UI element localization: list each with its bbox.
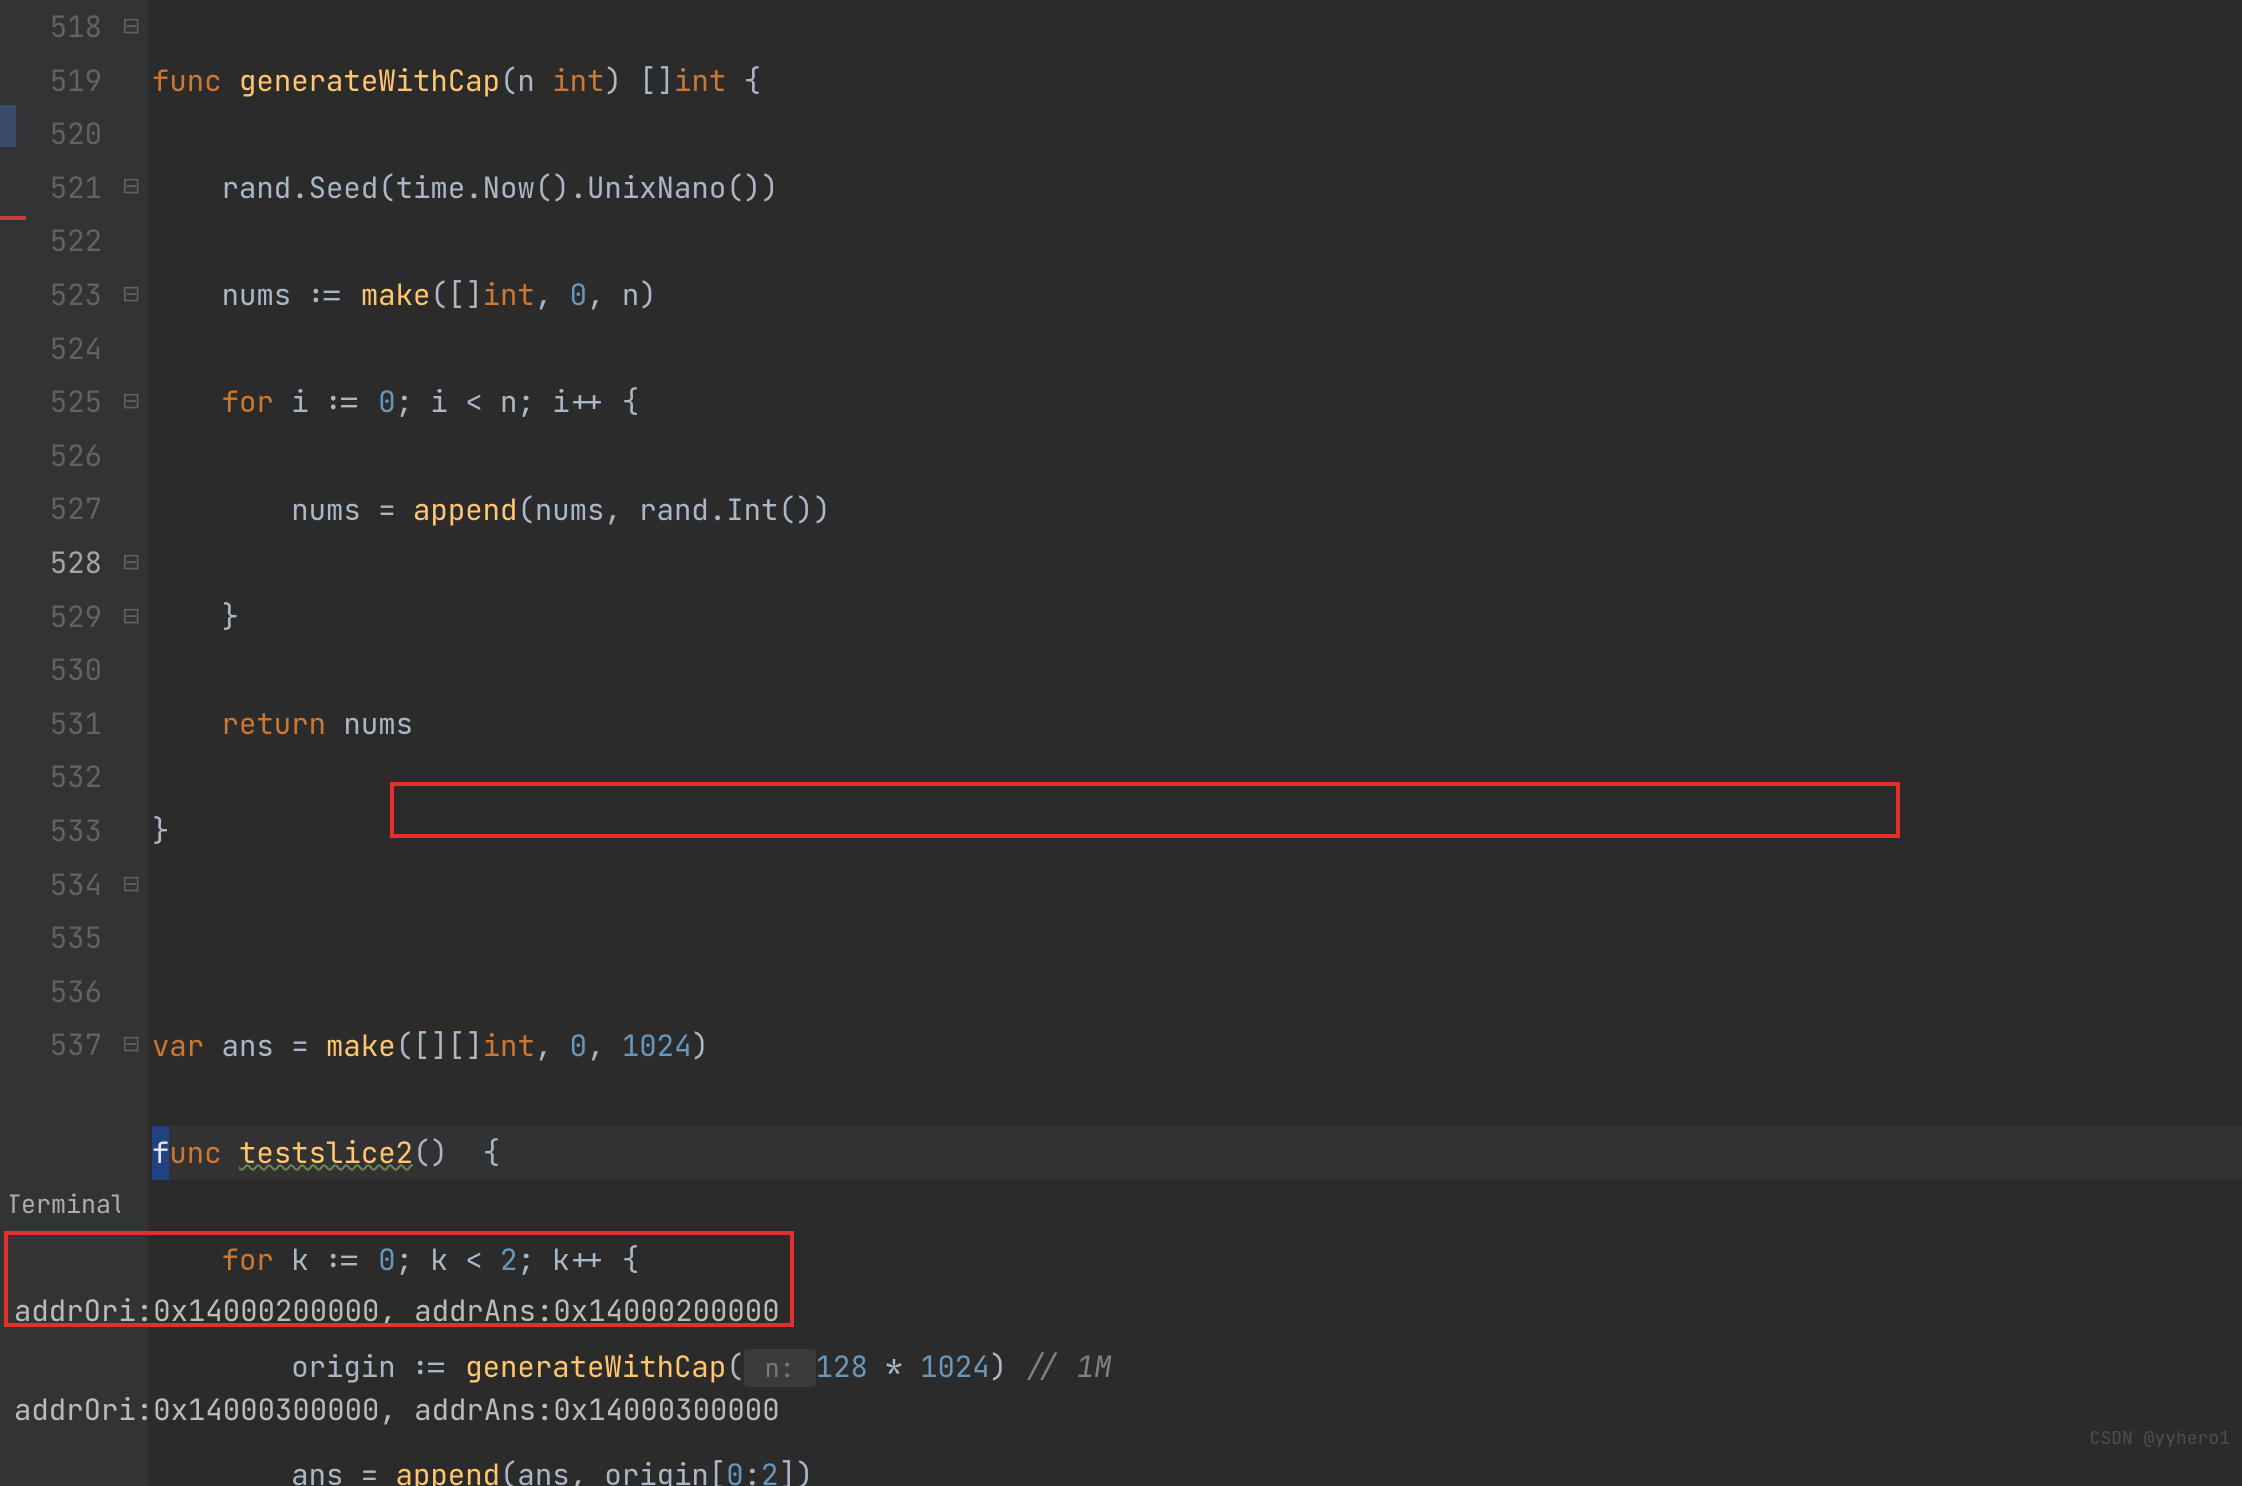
code-editor[interactable]: 5185195205215225235245255265275285295305… bbox=[0, 0, 2242, 1180]
terminal-output[interactable]: addrOri:0x14000200000, addrAns:0x1400020… bbox=[0, 1227, 2242, 1486]
watermark: CSDN @yyhero1 bbox=[2090, 1427, 2230, 1450]
terminal-line: addrOri:0x14000300000, addrAns:0x1400030… bbox=[14, 1385, 2228, 1434]
terminal-line: addrOri:0x14000200000, addrAns:0x1400020… bbox=[14, 1286, 2228, 1335]
